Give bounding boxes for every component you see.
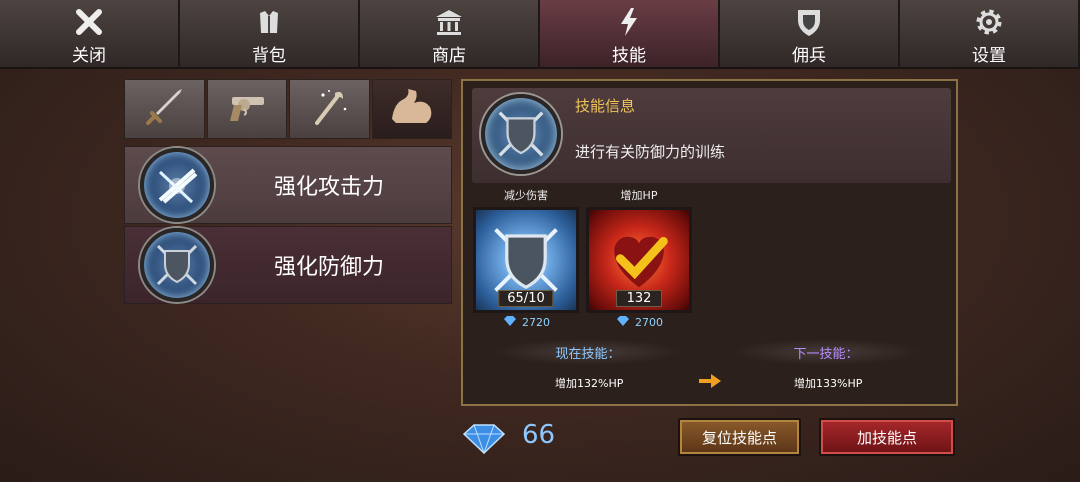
- gem-icon: [502, 316, 518, 329]
- stat-value: 65/10: [498, 290, 554, 307]
- arrow-right-icon: [699, 373, 721, 388]
- magic-staff-icon: [307, 85, 351, 133]
- add-skill-point-button[interactable]: 加技能点: [819, 418, 955, 456]
- skill-info-header: 技能信息 进行有关防御力的训练: [472, 88, 951, 183]
- lightning-icon: [612, 5, 646, 39]
- gem-icon: [460, 424, 508, 455]
- tab-skills[interactable]: 技能: [540, 0, 720, 69]
- tab-shop[interactable]: 商店: [360, 0, 540, 69]
- category-magic[interactable]: [289, 79, 370, 139]
- tab-label: 佣兵: [792, 46, 826, 66]
- flexed-arm-icon: [386, 85, 438, 133]
- top-nav: 关闭 背包 商店 技能 佣兵 设置: [0, 0, 1080, 69]
- close-icon: [72, 5, 106, 39]
- stat-cost: 2700: [586, 316, 692, 329]
- skill-info-panel: 技能信息 进行有关防御力的训练 减少伤害 65/10 2720 增加HP 132…: [461, 79, 958, 406]
- heart-check-icon: 132: [586, 207, 692, 313]
- tab-close[interactable]: 关闭: [0, 0, 180, 69]
- sword-icon: [142, 85, 186, 133]
- next-skill-label: 下一技能：: [731, 339, 921, 365]
- shield-swords-icon: [481, 94, 561, 174]
- crossed-blades-icon: [140, 148, 214, 222]
- skill-name: 强化攻击力: [274, 175, 385, 200]
- gem-icon: [615, 316, 631, 329]
- stat-value: 132: [616, 290, 662, 307]
- gem-count: 66: [522, 420, 556, 450]
- next-skill-value: 增加133%HP: [794, 377, 863, 390]
- current-skill-label: 现在技能：: [493, 339, 683, 365]
- skill-info-description: 进行有关防御力的训练: [575, 143, 726, 161]
- stat-cost: 2720: [473, 316, 579, 329]
- stat-cost-value: 2700: [635, 316, 663, 329]
- category-ranged[interactable]: [206, 79, 287, 139]
- tab-label: 背包: [252, 46, 286, 66]
- skill-item-defense[interactable]: 强化防御力: [124, 226, 452, 304]
- stat-label: 减少伤害: [504, 189, 548, 202]
- tab-label: 商店: [432, 46, 466, 66]
- reset-skill-points-button[interactable]: 复位技能点: [678, 418, 801, 456]
- skill-info-title: 技能信息: [575, 97, 636, 115]
- tab-settings[interactable]: 设置: [900, 0, 1080, 69]
- shield-swords-icon: [140, 228, 214, 302]
- stat-label: 增加HP: [620, 189, 658, 202]
- shop-icon: [432, 5, 466, 39]
- armor-icon: [252, 5, 286, 39]
- stat-cost-value: 2720: [522, 316, 550, 329]
- current-skill-value: 增加132%HP: [555, 377, 624, 390]
- skill-item-attack[interactable]: 强化攻击力: [124, 146, 452, 224]
- gear-icon: [972, 5, 1006, 39]
- shield-icon: [792, 5, 826, 39]
- skill-name: 强化防御力: [274, 255, 385, 280]
- stat-damage-reduction[interactable]: 减少伤害 65/10 2720: [473, 187, 579, 329]
- category-training[interactable]: [371, 79, 452, 139]
- tab-label: 技能: [612, 46, 646, 66]
- tab-label: 关闭: [72, 46, 106, 66]
- tab-mercenary[interactable]: 佣兵: [720, 0, 900, 69]
- stat-hp-increase[interactable]: 增加HP 132 2700: [586, 187, 692, 329]
- category-melee[interactable]: [124, 79, 205, 139]
- revolver-icon: [222, 85, 272, 133]
- shield-swords-icon: 65/10: [473, 207, 579, 313]
- skill-category-tabs: [124, 79, 452, 139]
- tab-label: 设置: [972, 46, 1006, 66]
- tab-bag[interactable]: 背包: [180, 0, 360, 69]
